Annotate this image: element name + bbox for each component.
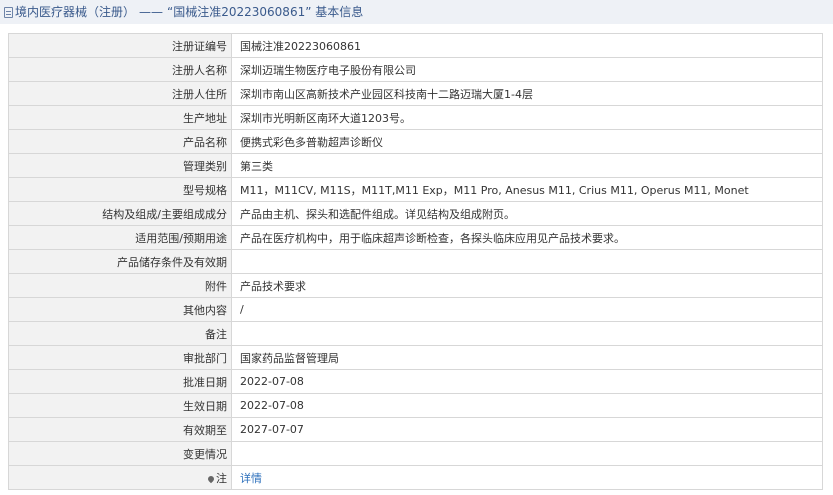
header-section: 境内医疗器械（注册） bbox=[15, 5, 136, 19]
field-value: M11，M11CV, M11S，M11T,M11 Exp，M11 Pro, An… bbox=[231, 177, 823, 202]
header-separator: —— bbox=[139, 5, 164, 19]
field-value: / bbox=[231, 297, 823, 322]
field-value bbox=[231, 249, 823, 274]
table-row: 变更情况 bbox=[8, 441, 823, 466]
field-label: 注册证编号 bbox=[8, 33, 232, 58]
field-value: 便携式彩色多普勒超声诊断仪 bbox=[231, 129, 823, 154]
table-row: 审批部门 国家药品监督管理局 bbox=[8, 345, 823, 370]
document-icon bbox=[4, 6, 13, 18]
field-label: 变更情况 bbox=[8, 441, 232, 466]
table-row: 有效期至 2027-07-07 bbox=[8, 417, 823, 442]
table-row: 产品储存条件及有效期 bbox=[8, 249, 823, 274]
table-row: 其他内容 / bbox=[8, 297, 823, 322]
table-row: 生产地址 深圳市光明新区南环大道1203号。 bbox=[8, 105, 823, 130]
table-row: 产品名称 便携式彩色多普勒超声诊断仪 bbox=[8, 129, 823, 154]
field-value: 国械注准20223060861 bbox=[231, 33, 823, 58]
field-value: 深圳市光明新区南环大道1203号。 bbox=[231, 105, 823, 130]
note-label-text: 注 bbox=[216, 471, 227, 485]
field-label: 结构及组成/主要组成成分 bbox=[8, 201, 232, 226]
field-label: 适用范围/预期用途 bbox=[8, 225, 232, 250]
field-label: 附件 bbox=[8, 273, 232, 298]
field-label: 备注 bbox=[8, 321, 232, 346]
field-label: 注册人名称 bbox=[8, 57, 232, 82]
field-label: 注册人住所 bbox=[8, 81, 232, 106]
field-label: 有效期至 bbox=[8, 417, 232, 442]
table-row: 结构及组成/主要组成成分 产品由主机、探头和选配件组成。详见结构及组成附页。 bbox=[8, 201, 823, 226]
field-value: 产品在医疗机构中，用于临床超声诊断检查，各探头临床应用见产品技术要求。 bbox=[231, 225, 823, 250]
field-label: 型号规格 bbox=[8, 177, 232, 202]
pin-icon bbox=[206, 474, 216, 483]
table-row: 注册人名称 深圳迈瑞生物医疗电子股份有限公司 bbox=[8, 57, 823, 82]
table-row: 生效日期 2022-07-08 bbox=[8, 393, 823, 418]
field-value: 产品技术要求 bbox=[231, 273, 823, 298]
field-value bbox=[231, 441, 823, 466]
table-row: 管理类别 第三类 bbox=[8, 153, 823, 178]
table-row: 附件 产品技术要求 bbox=[8, 273, 823, 298]
note-label: 注 bbox=[8, 465, 232, 490]
field-label: 产品储存条件及有效期 bbox=[8, 249, 232, 274]
field-value bbox=[231, 321, 823, 346]
field-value: 2022-07-08 bbox=[231, 369, 823, 394]
field-value: 第三类 bbox=[231, 153, 823, 178]
field-value: 深圳迈瑞生物医疗电子股份有限公司 bbox=[231, 57, 823, 82]
field-value: 产品由主机、探头和选配件组成。详见结构及组成附页。 bbox=[231, 201, 823, 226]
field-label: 生效日期 bbox=[8, 393, 232, 418]
field-label: 生产地址 bbox=[8, 105, 232, 130]
field-label: 产品名称 bbox=[8, 129, 232, 154]
field-value: 国家药品监督管理局 bbox=[231, 345, 823, 370]
field-label: 批准日期 bbox=[8, 369, 232, 394]
page-header: 境内医疗器械（注册） —— “国械注准20223060861” 基本信息 bbox=[0, 0, 833, 24]
table-row: 注册人住所 深圳市南山区高新技术产业园区科技南十二路迈瑞大厦1-4层 bbox=[8, 81, 823, 106]
table-row-note: 注详情 bbox=[8, 465, 823, 490]
field-label: 审批部门 bbox=[8, 345, 232, 370]
page-title: “国械注准20223060861” 基本信息 bbox=[167, 5, 364, 19]
table-row: 备注 bbox=[8, 321, 823, 346]
table-row: 注册证编号 国械注准20223060861 bbox=[8, 33, 823, 58]
field-value: 深圳市南山区高新技术产业园区科技南十二路迈瑞大厦1-4层 bbox=[231, 81, 823, 106]
field-label: 其他内容 bbox=[8, 297, 232, 322]
registration-info-table: 注册证编号 国械注准20223060861 注册人名称 深圳迈瑞生物医疗电子股份有限公… bbox=[8, 33, 823, 490]
details-link[interactable]: 详情 bbox=[240, 472, 262, 485]
field-label: 管理类别 bbox=[8, 153, 232, 178]
field-value: 2027-07-07 bbox=[231, 417, 823, 442]
note-value: 详情 bbox=[231, 465, 823, 490]
table-row: 批准日期 2022-07-08 bbox=[8, 369, 823, 394]
field-value: 2022-07-08 bbox=[231, 393, 823, 418]
table-row: 型号规格 M11，M11CV, M11S，M11T,M11 Exp，M11 Pro… bbox=[8, 177, 823, 202]
table-row: 适用范围/预期用途 产品在医疗机构中，用于临床超声诊断检查，各探头临床应用见产品技… bbox=[8, 225, 823, 250]
